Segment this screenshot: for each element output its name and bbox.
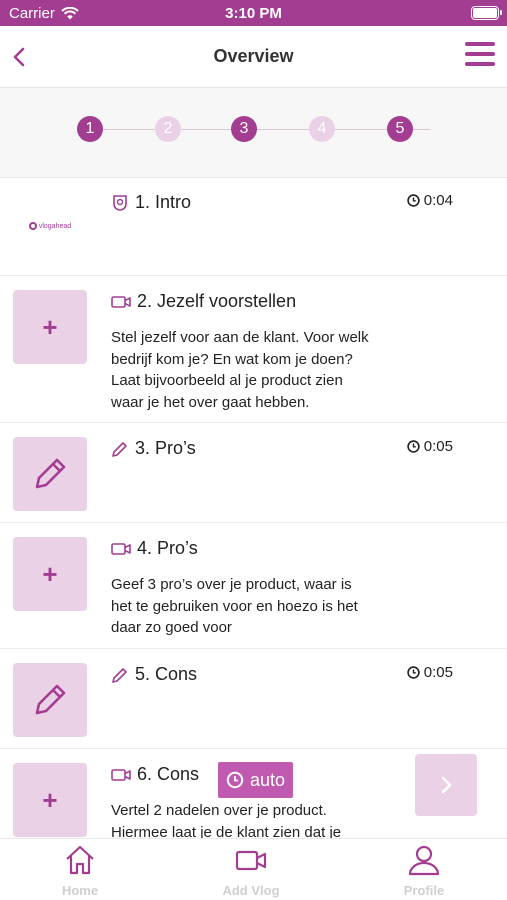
vlogahead-logo: vlogahead	[13, 206, 87, 246]
step-4[interactable]: 4	[309, 116, 335, 142]
tab-add-vlog[interactable]: Add Vlog	[191, 844, 311, 898]
plus-icon: +	[42, 785, 58, 815]
item-title: 5. Cons	[111, 664, 197, 685]
clock-icon	[226, 771, 244, 789]
tab-bar: Home Add Vlog Profile	[0, 838, 507, 900]
clock-icon	[407, 440, 420, 453]
chevron-right-icon	[441, 776, 452, 794]
item-title: 2. Jezelf voorstellen	[111, 291, 296, 312]
home-icon	[66, 845, 94, 875]
pencil-icon	[35, 684, 66, 715]
list-item-cons-recorded[interactable]: 5. Cons 0:05	[0, 650, 507, 749]
item-description: Geef 3 pro’s over je product, waar is he…	[111, 576, 358, 636]
clock-icon	[407, 194, 420, 207]
edit-video-button[interactable]	[13, 663, 87, 737]
list-item-intro[interactable]: vlogahead 1. Intro 0:04	[0, 178, 507, 276]
item-title: 6. Cons	[111, 764, 199, 785]
next-button[interactable]	[415, 754, 477, 816]
item-description: Stel jezelf voor aan de klant. Voor welk…	[111, 329, 369, 411]
pencil-icon	[112, 441, 127, 457]
user-icon	[408, 845, 440, 876]
shield-icon	[113, 194, 127, 211]
add-video-button[interactable]: +	[13, 290, 87, 364]
item-title: 3. Pro’s	[111, 438, 196, 459]
auto-badge[interactable]: auto	[218, 762, 294, 798]
plus-icon: +	[42, 312, 58, 342]
video-camera-icon	[111, 295, 131, 308]
item-title: 4. Pro’s	[111, 538, 198, 559]
tab-label: Add Vlog	[222, 883, 280, 898]
step-1[interactable]: 1	[77, 116, 103, 142]
clock-icon	[407, 666, 420, 679]
plus-icon: +	[42, 559, 58, 589]
stepper-line	[90, 129, 430, 130]
list-item-pros[interactable]: + 4. Pro’s Geef 3 pro’s over je product,…	[0, 524, 507, 649]
segment-list: vlogahead 1. Intro 0:04 + 2. Jezelf voor…	[0, 178, 507, 838]
video-camera-icon	[111, 768, 131, 781]
status-bar: Carrier 3:10 PM	[0, 0, 507, 26]
video-camera-icon	[111, 542, 131, 555]
list-item-pros-recorded[interactable]: 3. Pro’s 0:05	[0, 424, 507, 523]
duration-label: 0:05	[407, 438, 453, 455]
progress-stepper: 1 2 3 4 5	[0, 88, 507, 178]
navigation-bar: Overview	[0, 26, 507, 88]
hamburger-icon	[465, 42, 495, 46]
item-title: 1. Intro	[111, 192, 191, 213]
list-item-jezelf-voorstellen[interactable]: + 2. Jezelf voorstellen Stel jezelf voor…	[0, 277, 507, 423]
tab-label: Profile	[403, 883, 445, 898]
pencil-icon	[35, 458, 66, 489]
tab-profile[interactable]: Profile	[364, 844, 484, 898]
step-5[interactable]: 5	[387, 116, 413, 142]
add-video-button[interactable]: +	[13, 763, 87, 837]
step-2[interactable]: 2	[155, 116, 181, 142]
tab-home[interactable]: Home	[20, 844, 140, 898]
page-title: Overview	[213, 46, 294, 66]
menu-button[interactable]	[465, 42, 495, 68]
duration-label: 0:04	[407, 192, 453, 209]
duration-label: 0:05	[407, 664, 453, 681]
video-camera-icon	[235, 850, 267, 871]
battery-icon	[471, 6, 502, 20]
add-video-button[interactable]: +	[13, 537, 87, 611]
item-description: Vertel 2 nadelen over je product. Hierme…	[111, 802, 342, 838]
pencil-icon	[112, 667, 127, 683]
list-item-cons[interactable]: + 6. Cons auto Vertel 2 nadelen over je …	[0, 750, 507, 838]
step-3[interactable]: 3	[231, 116, 257, 142]
tab-label: Home	[61, 883, 99, 898]
status-time: 3:10 PM	[225, 5, 282, 22]
edit-video-button[interactable]	[13, 437, 87, 511]
